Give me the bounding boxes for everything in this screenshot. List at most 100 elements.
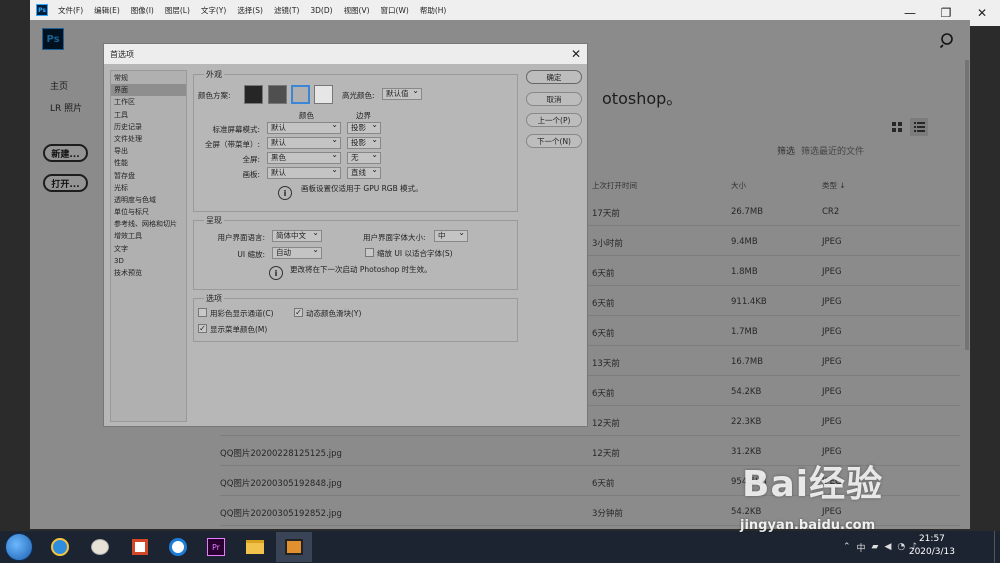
highlight-color-value: 默认值 [386, 89, 409, 98]
category-item[interactable]: 导出 [111, 145, 186, 157]
fullscreen-border-value: 无 [351, 153, 359, 162]
show-desktop-button[interactable] [994, 531, 1000, 563]
start-button[interactable] [5, 533, 33, 561]
fullscreen-label: 全屏: [242, 155, 260, 164]
menu-file[interactable]: 文件(F) [58, 5, 83, 16]
fullscreen-menu-border-select[interactable]: 投影 [347, 135, 381, 149]
fullscreen-menu-color-select[interactable]: 默认 [267, 135, 341, 149]
highlight-color-select[interactable]: 默认值 [382, 86, 422, 100]
menu-colors-label: 显示菜单颜色(M) [210, 325, 268, 334]
previous-button[interactable]: 上一个(P) [526, 113, 582, 127]
ui-language-select[interactable]: 简体中文 [272, 228, 322, 242]
menu-3d[interactable]: 3D(D) [310, 6, 332, 15]
wifi-icon[interactable]: ◔ [897, 542, 905, 552]
ui-scale-label: UI 缩放: [237, 250, 265, 259]
artboard-color-select[interactable]: 默认 [267, 165, 341, 179]
info-icon: i [278, 186, 292, 200]
color-swatch-medium[interactable] [291, 85, 310, 104]
volume-icon[interactable]: ◀ [884, 542, 891, 552]
artboard-note: 画板设置仅适用于 GPU RGB 模式。 [301, 184, 423, 193]
menu-view[interactable]: 视图(V) [344, 5, 370, 16]
color-swatch-darkest[interactable] [244, 85, 263, 104]
tray-expand-icon[interactable]: ⌃ [843, 542, 851, 552]
dialog-close-icon[interactable]: ✕ [571, 47, 581, 61]
color-swatch-dark[interactable] [268, 85, 287, 104]
watermark-url: jingyan.baidu.com [740, 518, 876, 533]
category-item[interactable]: 性能 [111, 157, 186, 169]
menu-bar: Ps 文件(F) 编辑(E) 图像(I) 图层(L) 文字(Y) 选择(S) 滤… [30, 0, 892, 20]
scale-ui-to-font-label: 缩放 UI 以适合字体(S) [377, 249, 453, 258]
fullscreen-menu-border-value: 投影 [351, 138, 366, 147]
taskbar-ppt-icon[interactable] [122, 532, 158, 562]
ok-button[interactable]: 确定 [526, 70, 582, 84]
category-item[interactable]: 历史记录 [111, 121, 186, 133]
preferences-dialog: 首选项 ✕ 常规 界面 工作区 工具 历史记录 文件处理 导出 性能 暂存盘 光标 透明度与色域 单位… [103, 43, 588, 427]
category-item[interactable]: 单位与标尺 [111, 206, 186, 218]
taskbar: Pr ⌃ 中 ▰ ◀ ◔ ♪ 21:57 2020/3/13 [0, 531, 1000, 563]
fullscreen-color-select[interactable]: 黑色 [267, 150, 341, 164]
category-item[interactable]: 技术预览 [111, 267, 186, 279]
standard-screen-color-value: 默认 [271, 123, 286, 132]
premiere-label: Pr [207, 538, 225, 556]
category-item[interactable]: 光标 [111, 182, 186, 194]
restart-note: 更改将在下一次启动 Photoshop 时生效。 [290, 265, 432, 274]
category-item[interactable]: 透明度与色域 [111, 194, 186, 206]
ui-language-value: 简体中文 [276, 231, 306, 240]
menu-layer[interactable]: 图层(L) [165, 5, 190, 16]
ime-indicator[interactable]: 中 [857, 541, 866, 554]
scale-ui-to-font-checkbox[interactable] [365, 248, 374, 257]
standard-screen-border-select[interactable]: 投影 [347, 120, 381, 134]
artboard-border-select[interactable]: 直线 [347, 165, 381, 179]
menu-help[interactable]: 帮助(H) [420, 5, 447, 16]
category-item[interactable]: 3D [111, 255, 186, 267]
category-item[interactable]: 文字 [111, 243, 186, 255]
menu-image[interactable]: 图像(I) [131, 5, 154, 16]
next-button[interactable]: 下一个(N) [526, 134, 582, 148]
menu-select[interactable]: 选择(S) [237, 5, 263, 16]
ui-font-size-select[interactable]: 中 [434, 228, 468, 242]
appearance-title: 外观 [204, 69, 224, 80]
taskbar-ie-icon[interactable] [42, 532, 78, 562]
menu-colors-checkbox[interactable]: ✓ [198, 324, 207, 333]
cancel-button[interactable]: 取消 [526, 92, 582, 106]
category-item[interactable]: 常规 [111, 72, 186, 84]
options-group [193, 298, 518, 342]
menu-filter[interactable]: 滤镜(T) [274, 5, 299, 16]
clock[interactable]: 21:57 2020/3/13 [909, 533, 955, 559]
ui-scale-select[interactable]: 自动 [272, 245, 322, 259]
color-swatch-light[interactable] [314, 85, 333, 104]
taskbar-browser-icon[interactable] [160, 532, 196, 562]
taskbar-paint-icon[interactable] [82, 532, 118, 562]
menu-type[interactable]: 文字(Y) [201, 5, 226, 16]
standard-screen-border-value: 投影 [351, 123, 366, 132]
menu-window[interactable]: 窗口(W) [381, 5, 409, 16]
category-item[interactable]: 工作区 [111, 96, 186, 108]
category-item[interactable]: 界面 [111, 84, 186, 97]
presentation-title: 呈现 [204, 215, 224, 226]
ui-font-size-value: 中 [438, 231, 446, 240]
fullscreen-border-select[interactable]: 无 [347, 150, 381, 164]
category-item[interactable]: 文件处理 [111, 133, 186, 145]
category-item[interactable]: 增效工具 [111, 230, 186, 242]
watermark-brand: Bai经验 [742, 464, 884, 505]
color-channels-checkbox[interactable] [198, 308, 207, 317]
category-list: 常规 界面 工作区 工具 历史记录 文件处理 导出 性能 暂存盘 光标 透明度与色域 单位与标尺 参考线… [110, 70, 187, 422]
column-color-label: 颜色 [299, 111, 314, 120]
column-border-label: 边界 [356, 111, 371, 120]
taskbar-premiere-icon[interactable]: Pr [198, 532, 234, 562]
ps-app-icon: Ps [36, 4, 48, 16]
taskbar-explorer-icon[interactable] [237, 532, 273, 562]
menu-edit[interactable]: 编辑(E) [94, 5, 120, 16]
dialog-title: 首选项 [110, 49, 134, 59]
taskbar-video-icon[interactable] [276, 532, 312, 562]
category-item[interactable]: 暂存盘 [111, 170, 186, 182]
clock-time: 21:57 [918, 534, 945, 544]
standard-screen-color-select[interactable]: 默认 [267, 120, 341, 134]
network-icon[interactable]: ▰ [872, 542, 879, 552]
color-channels-label: 用彩色显示通道(C) [210, 309, 274, 318]
dynamic-sliders-checkbox[interactable]: ✓ [294, 308, 303, 317]
fullscreen-menu-color-value: 默认 [271, 138, 286, 147]
color-scheme-label: 颜色方案: [198, 91, 231, 100]
category-item[interactable]: 工具 [111, 109, 186, 121]
category-item[interactable]: 参考线、网格和切片 [111, 218, 186, 230]
